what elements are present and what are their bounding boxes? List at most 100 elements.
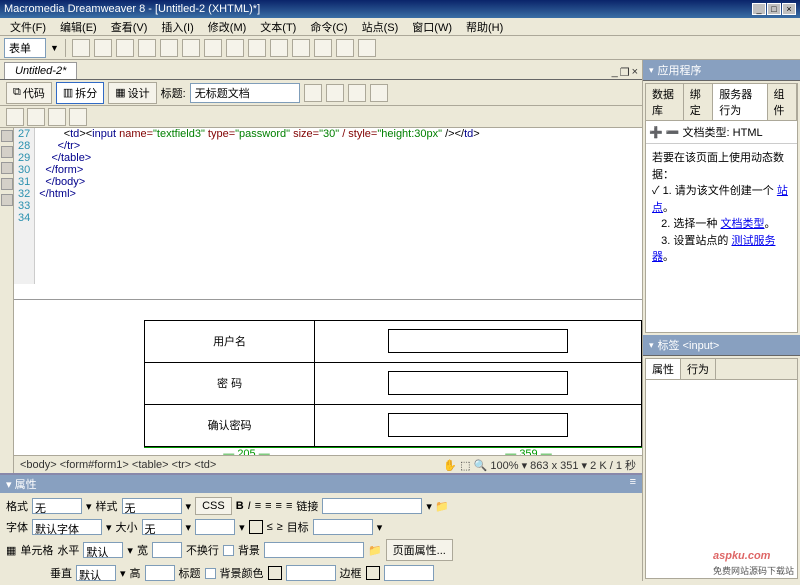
align-justify-icon[interactable]: ≡ <box>286 500 292 512</box>
ct-icon[interactable] <box>69 108 87 126</box>
form-icon[interactable] <box>72 39 90 57</box>
filefield-icon[interactable] <box>292 39 310 57</box>
remove-icon[interactable]: ➖ <box>666 127 680 139</box>
gutter-icon[interactable] <box>1 146 13 158</box>
tag-selector[interactable]: <body> <form#form1> <table> <tr> <td> <box>20 459 216 471</box>
border-input[interactable] <box>384 565 434 581</box>
cell-label[interactable]: 用户名 <box>145 320 315 362</box>
code-view-button[interactable]: ⧉ 代码 <box>6 82 52 104</box>
size-select[interactable]: 无 <box>142 519 182 535</box>
height-input[interactable] <box>145 565 175 581</box>
title-input[interactable]: 无标题文档 <box>190 83 300 103</box>
tab-bindings[interactable]: 绑定 <box>684 84 714 120</box>
link-input[interactable] <box>322 498 422 514</box>
menu-window[interactable]: 窗口(W) <box>406 18 458 36</box>
gutter-icon[interactable] <box>1 178 13 190</box>
insert-category-select[interactable]: 表单 <box>4 38 46 58</box>
menu-file[interactable]: 文件(F) <box>4 18 52 36</box>
format-select[interactable]: 无 <box>32 498 82 514</box>
form-table[interactable]: 用户名 密 码 确认密码 <box>144 320 642 447</box>
tab-components[interactable]: 组件 <box>768 84 798 120</box>
zoom-level[interactable]: 100% <box>490 460 518 472</box>
cell-input[interactable] <box>315 362 642 404</box>
menu-help[interactable]: 帮助(H) <box>460 18 509 36</box>
bgcolor-input[interactable] <box>286 565 336 581</box>
textarea-icon[interactable] <box>138 39 156 57</box>
page-properties-button[interactable]: 页面属性... <box>386 539 453 561</box>
radio-icon[interactable] <box>182 39 200 57</box>
horz-select[interactable]: 默认 <box>83 542 123 558</box>
tab-database[interactable]: 数据库 <box>646 84 684 120</box>
hidden-icon[interactable] <box>116 39 134 57</box>
cell-label[interactable]: 密 码 <box>145 362 315 404</box>
target-select[interactable] <box>313 519 373 535</box>
ct-icon[interactable] <box>6 108 24 126</box>
menu-modify[interactable]: 修改(M) <box>202 18 253 36</box>
indent-icon[interactable]: ≥ <box>277 521 283 533</box>
italic-button[interactable]: I <box>248 500 251 512</box>
tag-panel-header[interactable]: 标签 <input> <box>643 335 800 356</box>
confirm-input[interactable] <box>388 413 568 437</box>
code-text[interactable]: <td><input name="textfield3" type="passw… <box>35 128 483 284</box>
maximize-button[interactable]: □ <box>767 3 781 15</box>
ct-icon[interactable] <box>27 108 45 126</box>
size-unit[interactable] <box>195 519 235 535</box>
menu-insert[interactable]: 插入(I) <box>155 18 199 36</box>
css-button[interactable]: CSS <box>195 497 232 515</box>
list-icon[interactable] <box>226 39 244 57</box>
checkbox-icon[interactable] <box>160 39 178 57</box>
minimize-button[interactable]: _ <box>752 3 766 15</box>
menu-site[interactable]: 站点(S) <box>356 18 405 36</box>
align-left-icon[interactable]: ≡ <box>255 500 261 512</box>
tab-attributes[interactable]: 属性 <box>646 359 681 379</box>
bgcolor-swatch[interactable] <box>268 566 282 580</box>
cell-input[interactable] <box>315 404 642 446</box>
validate-icon[interactable] <box>304 84 322 102</box>
tab-behaviors[interactable]: 行为 <box>681 359 716 379</box>
menu-view[interactable]: 查看(V) <box>105 18 154 36</box>
radiogroup-icon[interactable] <box>204 39 222 57</box>
doc-close-icon[interactable]: × <box>632 66 638 79</box>
color-swatch[interactable] <box>249 520 263 534</box>
menu-commands[interactable]: 命令(C) <box>304 18 353 36</box>
password-input[interactable] <box>388 371 568 395</box>
refresh-icon[interactable] <box>348 84 366 102</box>
close-button[interactable]: × <box>782 3 796 15</box>
gutter-icon[interactable] <box>1 194 13 206</box>
imagefield-icon[interactable] <box>270 39 288 57</box>
split-view-button[interactable]: ▥ 拆分 <box>56 82 104 104</box>
font-select[interactable]: 默认字体 <box>32 519 102 535</box>
outdent-icon[interactable]: ≤ <box>267 521 273 533</box>
add-icon[interactable]: ➕ <box>649 127 663 139</box>
panel-menu-icon[interactable]: ≡ <box>630 476 636 492</box>
site-link[interactable]: 站点 <box>652 185 788 214</box>
bold-button[interactable]: B <box>236 500 244 512</box>
gutter-icon[interactable] <box>1 162 13 174</box>
button-icon[interactable] <box>314 39 332 57</box>
align-right-icon[interactable]: ≡ <box>276 500 282 512</box>
doc-minimize-icon[interactable]: _ <box>612 66 618 79</box>
fieldset-icon[interactable] <box>358 39 376 57</box>
vert-select[interactable]: 默认 <box>76 565 116 581</box>
doc-restore-icon[interactable]: ❐ <box>620 66 630 79</box>
doctype-link[interactable]: 文档类型 <box>720 218 764 230</box>
ct-icon[interactable] <box>48 108 66 126</box>
cell-label[interactable]: 确认密码 <box>145 404 315 446</box>
nowrap-checkbox[interactable] <box>223 545 234 556</box>
border-swatch[interactable] <box>366 566 380 580</box>
bg-input[interactable] <box>264 542 364 558</box>
menu-text[interactable]: 文本(T) <box>254 18 302 36</box>
cell-input[interactable] <box>315 320 642 362</box>
menu-edit[interactable]: 编辑(E) <box>54 18 103 36</box>
code-pane[interactable]: 2728293031323334 <td><input name="textfi… <box>14 128 642 284</box>
design-pane[interactable]: 用户名 密 码 确认密码 — 205 — — 359 — — 570 — <box>14 300 642 456</box>
document-tab[interactable]: Untitled-2* <box>4 62 77 79</box>
tab-serverbehaviors[interactable]: 服务器行为 <box>713 84 767 120</box>
application-panel-header[interactable]: 应用程序 <box>643 60 800 81</box>
hand-tool-icon[interactable]: ✋ <box>443 460 457 472</box>
zoom-tool-icon[interactable]: 🔍 <box>474 460 488 472</box>
design-view-button[interactable]: ▦ 设计 <box>108 82 156 104</box>
style-select[interactable]: 无 <box>122 498 182 514</box>
textfield-icon[interactable] <box>94 39 112 57</box>
jumpmenu-icon[interactable] <box>248 39 266 57</box>
